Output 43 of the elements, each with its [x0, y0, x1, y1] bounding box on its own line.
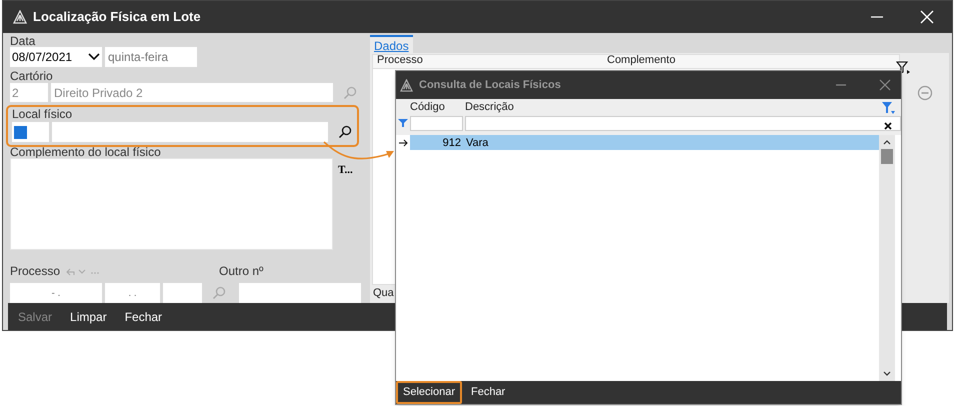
process-field[interactable]: - .: [10, 283, 102, 303]
truncated-label: T...: [338, 163, 353, 178]
bar-button[interactable]: Fechar: [466, 381, 510, 404]
table-cell: 912: [410, 135, 463, 150]
field-label: Processo: [10, 263, 62, 280]
footer-label: Qua: [373, 286, 394, 300]
column-header: Processo: [376, 54, 424, 66]
clear-filter-icon[interactable]: [883, 121, 893, 131]
field-label: Outro nº: [219, 263, 264, 280]
name-field[interactable]: [52, 122, 328, 142]
field-label: Cartório: [10, 70, 54, 82]
scrollbar-thumb[interactable]: [881, 149, 893, 164]
date-field[interactable]: 08/07/2021: [10, 47, 102, 67]
other-number-field[interactable]: [239, 283, 361, 303]
process-field[interactable]: [163, 283, 202, 303]
cursor-marker: [14, 126, 27, 138]
tab[interactable]: Dados: [370, 35, 413, 53]
chevron-down-icon[interactable]: [88, 53, 100, 61]
code-filter-field[interactable]: [410, 116, 463, 130]
search-icon[interactable]: [336, 123, 354, 141]
code-field[interactable]: [12, 122, 50, 142]
bar-button[interactable]: Fechar: [118, 308, 168, 326]
description-filter-field[interactable]: [465, 116, 901, 130]
weekday-field: quinta-feira: [105, 47, 197, 67]
history-toolbar-icons: [65, 267, 101, 277]
field-label: Data: [10, 35, 36, 47]
logo-icon: [400, 78, 413, 92]
bar-button[interactable]: Limpar: [64, 308, 113, 326]
row-pointer-icon: [396, 138, 410, 146]
column-header: Descrição: [465, 100, 515, 115]
window-title: Localização Física em Lote: [33, 8, 201, 26]
column-header: Complemento: [606, 54, 676, 66]
column-header: Código: [410, 100, 446, 115]
bar-button[interactable]: Selecionar: [396, 381, 462, 404]
process-field[interactable]: . .: [105, 283, 160, 303]
filter-icon[interactable]: [896, 61, 910, 75]
field-label: Complemento do local físico: [10, 146, 162, 158]
scrollbar[interactable]: [879, 135, 895, 381]
field-label: Local físico: [12, 107, 74, 121]
table-cell: Vara: [463, 135, 879, 150]
logo-icon: [13, 10, 27, 24]
remove-icon[interactable]: [917, 85, 933, 101]
window-title: Consulta de Locais Físicos: [419, 78, 561, 93]
